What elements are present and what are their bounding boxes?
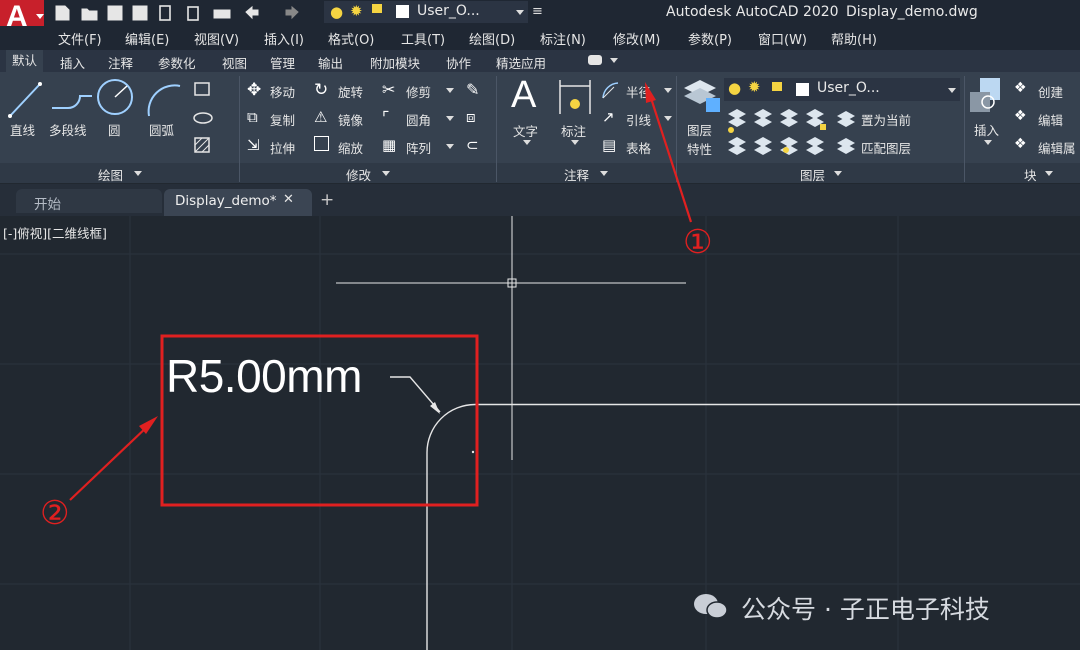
arrow-2-line <box>69 423 151 501</box>
step-marker-1: ① <box>683 222 713 261</box>
step-marker-2: ② <box>40 493 70 532</box>
tutorial-annotations <box>69 82 693 507</box>
arrow-1-head <box>645 82 656 103</box>
arrow-1-line <box>648 94 693 223</box>
highlight-box <box>160 334 479 507</box>
watermark-text: 公众号 · 子正电子科技 <box>741 595 990 624</box>
wechat-icon <box>694 594 728 619</box>
